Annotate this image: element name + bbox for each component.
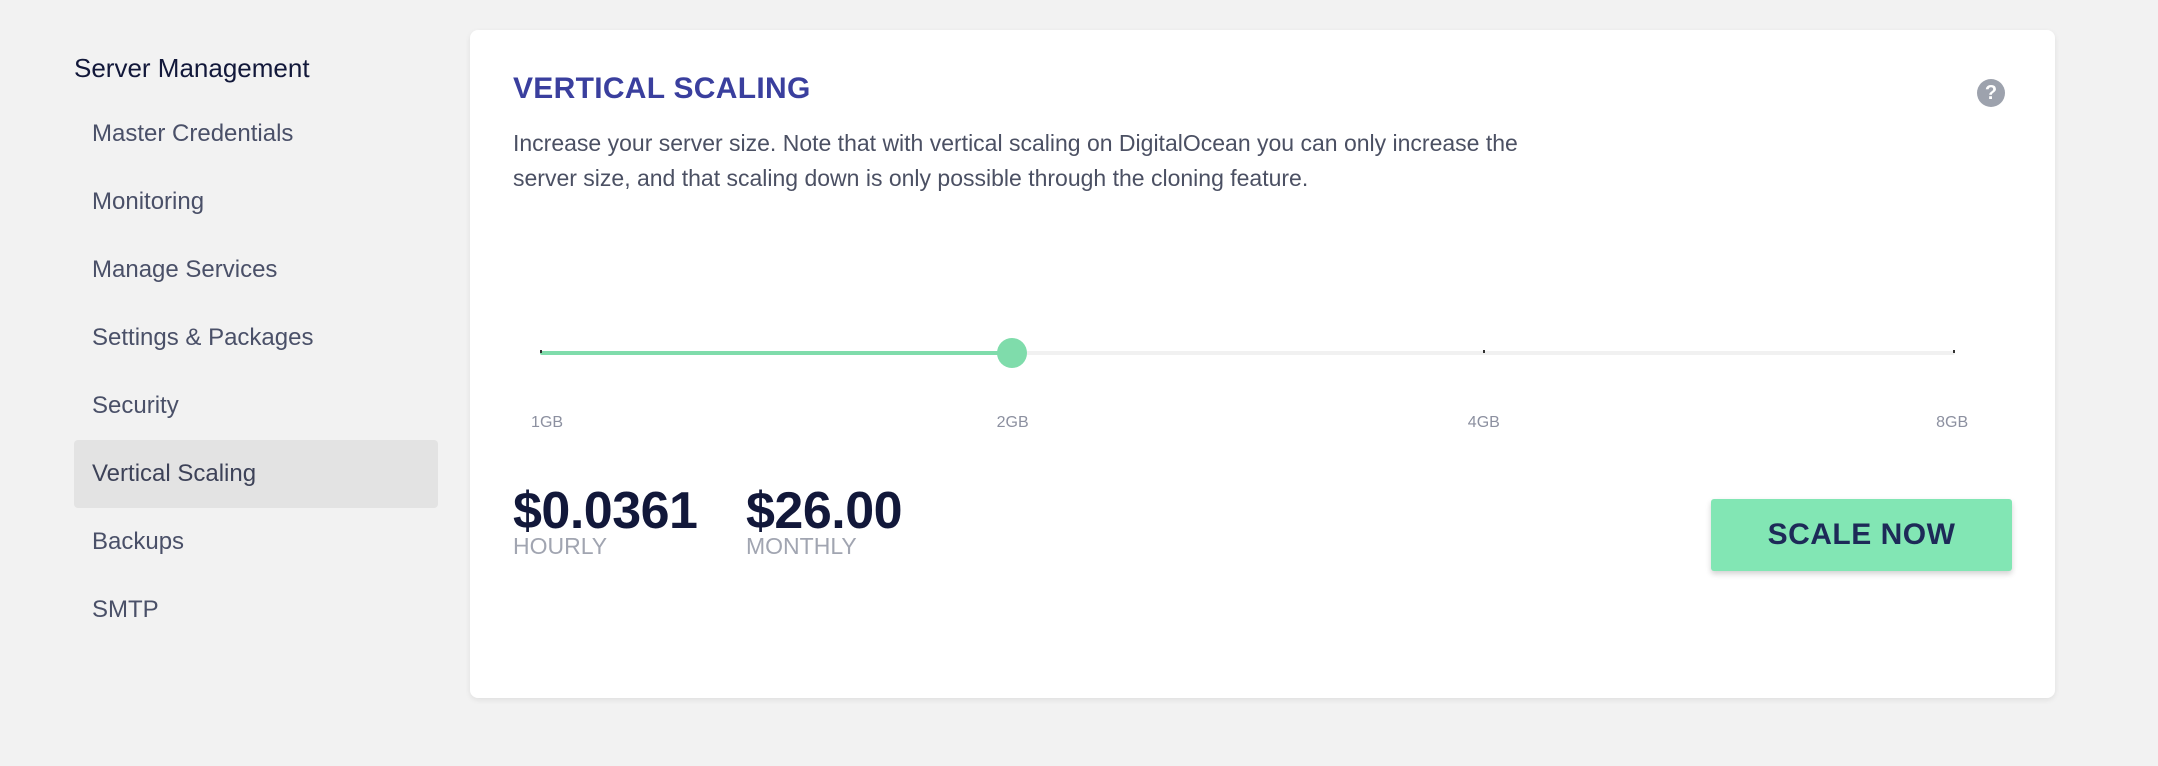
- hourly-price-value: $0.0361: [513, 482, 698, 540]
- slider-step-1gb[interactable]: [540, 350, 542, 353]
- vertical-scaling-card: VERTICAL SCALING ? Increase your server …: [470, 30, 2055, 698]
- sidebar-item-backups[interactable]: Backups: [74, 508, 438, 576]
- sidebar-title: Server Management: [74, 53, 310, 83]
- slider-step-4gb[interactable]: [1483, 350, 1486, 353]
- slider-fill: [540, 351, 1012, 355]
- description-text: Increase your server size. Note that wit…: [513, 130, 1518, 191]
- monthly-price: $26.00 MONTHLY: [746, 482, 903, 558]
- slider-labels: 1GB 2GB 4GB 8GB: [531, 414, 1968, 434]
- sidebar-item-monitoring[interactable]: Monitoring: [74, 168, 438, 236]
- slider-step-8gb[interactable]: [1953, 350, 1955, 353]
- server-management-sidebar: Server Management Master Credentials Mon…: [74, 40, 438, 644]
- slider-label-2gb: 2GB: [996, 414, 1029, 431]
- page-title: VERTICAL SCALING: [513, 72, 811, 105]
- slider-label-4gb: 4GB: [1467, 414, 1500, 431]
- question-circle-icon[interactable]: ?: [1977, 79, 2005, 107]
- sidebar-item-vertical-scaling[interactable]: Vertical Scaling: [74, 440, 438, 508]
- sidebar-item-security[interactable]: Security: [74, 372, 438, 440]
- scale-now-button[interactable]: SCALE NOW: [1711, 499, 2012, 571]
- hourly-price: $0.0361 HOURLY: [513, 482, 698, 558]
- server-size-slider[interactable]: [540, 336, 1955, 376]
- sidebar-item-manage-services[interactable]: Manage Services: [74, 236, 438, 304]
- sidebar-item-settings-packages[interactable]: Settings & Packages: [74, 304, 438, 372]
- slider-handle[interactable]: [996, 338, 1027, 368]
- slider-label-1gb: 1GB: [531, 414, 564, 431]
- slider-label-8gb: 8GB: [1936, 414, 1969, 431]
- sidebar-list: Master Credentials Monitoring Manage Ser…: [74, 100, 438, 644]
- monthly-price-value: $26.00: [746, 482, 903, 540]
- sidebar-item-master-credentials[interactable]: Master Credentials: [74, 100, 438, 168]
- sidebar-item-smtp[interactable]: SMTP: [74, 576, 438, 644]
